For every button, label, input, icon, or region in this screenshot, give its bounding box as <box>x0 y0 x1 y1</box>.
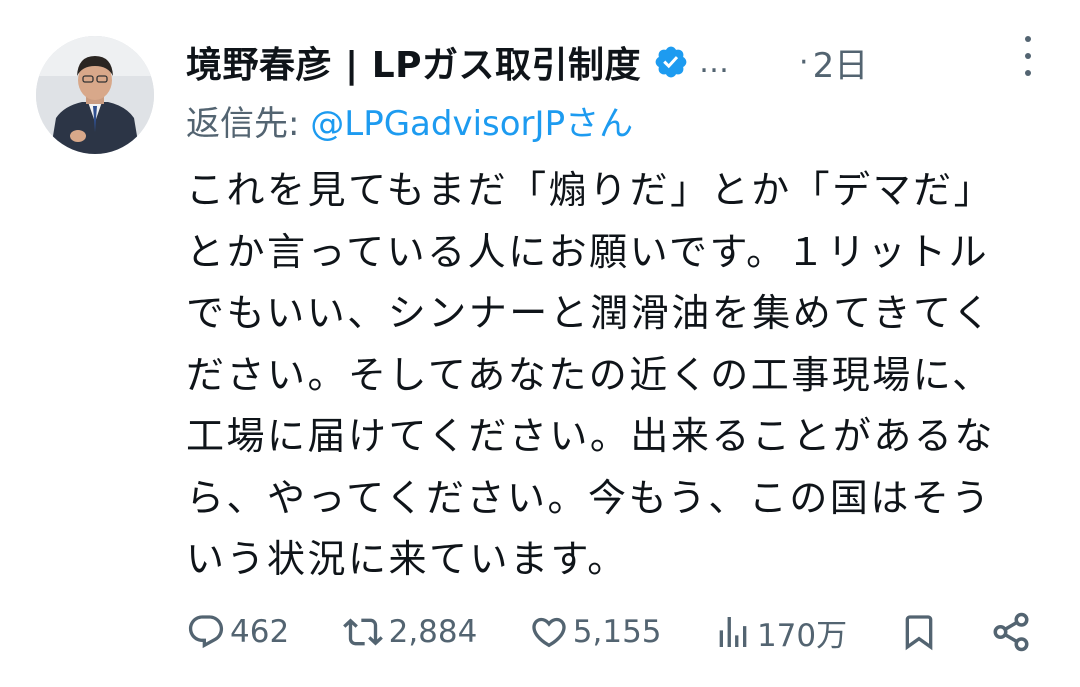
share-icon <box>990 611 1032 653</box>
author-handle-truncated[interactable]: … <box>699 45 729 80</box>
repost-count: 2,884 <box>388 614 478 650</box>
more-dot <box>1025 36 1031 42</box>
reply-prefix: 返信先: <box>186 104 311 144</box>
reply-icon <box>186 612 226 652</box>
verified-badge-icon[interactable] <box>653 44 689 80</box>
heart-icon <box>529 612 569 652</box>
views-button[interactable]: 170万 <box>713 610 847 655</box>
bookmark-button[interactable] <box>899 611 939 653</box>
repost-icon <box>341 612 385 652</box>
separator-dot: · <box>799 44 809 80</box>
more-dot <box>1025 53 1031 59</box>
more-dot <box>1025 70 1031 76</box>
bookmark-icon <box>899 611 939 653</box>
author-display-name[interactable]: 境野春彦 | LPガス取引制度 <box>186 36 641 88</box>
views-count: 170万 <box>756 617 848 654</box>
repost-button[interactable]: 2,884 <box>341 612 478 652</box>
action-bar: 462 2,884 5,155 170万 <box>186 604 1032 660</box>
like-count: 5,155 <box>572 614 662 650</box>
reply-count: 462 <box>230 614 290 650</box>
reply-button[interactable]: 462 <box>186 612 289 652</box>
share-button[interactable] <box>990 611 1032 653</box>
reply-context: 返信先: @LPGadvisorJPさん <box>186 96 633 145</box>
avatar-photo <box>36 36 154 154</box>
avatar[interactable] <box>36 36 154 154</box>
more-options-icon[interactable] <box>1016 36 1040 76</box>
tweet-text: これを見てもまだ「煽りだ」とか「デマだ」とか言っている人にお願いです。１リットル… <box>186 168 995 581</box>
reply-to-handle-link[interactable]: @LPGadvisorJPさん <box>310 104 633 144</box>
like-button[interactable]: 5,155 <box>529 612 662 652</box>
views-chart-icon <box>713 612 753 652</box>
tweet-timestamp[interactable]: 2日 <box>813 38 869 87</box>
tweet-header: 境野春彦 | LPガス取引制度 … · 2日 <box>186 34 1060 90</box>
